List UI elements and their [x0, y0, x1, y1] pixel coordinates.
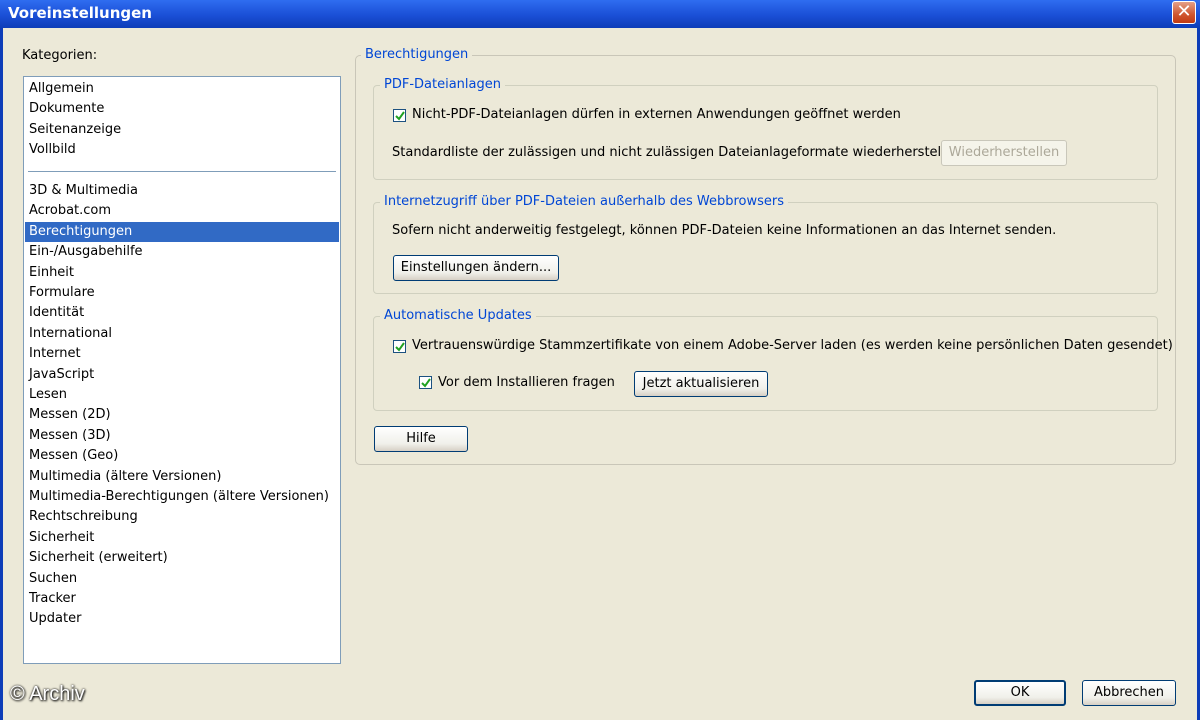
restore-button[interactable]: Wiederherstellen [941, 140, 1067, 166]
category-item[interactable]: Updater [25, 609, 339, 629]
category-item[interactable]: Ein-/Ausgabehilfe [25, 242, 339, 262]
ask-before-install-label: Vor dem Installieren fragen [438, 375, 615, 390]
category-item[interactable]: International [25, 324, 339, 344]
checkmark-icon [395, 111, 405, 121]
cancel-button[interactable]: Abbrechen [1082, 680, 1176, 706]
ask-before-install-checkbox[interactable] [419, 376, 432, 389]
internet-text: Sofern nicht anderweitig festgelegt, kön… [392, 223, 1057, 238]
certificates-checkbox[interactable] [393, 340, 406, 353]
category-item[interactable]: Suchen [25, 569, 339, 589]
close-button[interactable]: ✕ [1172, 1, 1196, 24]
categories-list[interactable]: Allgemein Dokumente Seitenanzeige Vollbild 3… [23, 76, 341, 664]
attachments-checkbox-label: Nicht-PDF-Dateianlagen dürfen in externe… [412, 107, 901, 122]
updates-group-title: Automatische Updates [380, 308, 536, 323]
category-item[interactable]: Allgemein [25, 79, 339, 99]
category-item[interactable]: Identität [25, 303, 339, 323]
category-item[interactable]: Seitenanzeige [25, 120, 339, 140]
attachments-group-title: PDF-Dateianlagen [380, 77, 505, 92]
category-item[interactable]: Berechtigungen [25, 221, 339, 242]
category-item[interactable]: Messen (2D) [25, 405, 339, 425]
attachments-checkbox[interactable] [393, 109, 406, 122]
checkmark-icon [421, 378, 431, 388]
ok-button[interactable]: OK [974, 680, 1066, 706]
category-separator [28, 170, 336, 172]
category-item[interactable]: 3D & Multimedia [25, 181, 339, 201]
category-item[interactable]: Messen (Geo) [25, 446, 339, 466]
categories-label: Kategorien: [22, 48, 98, 63]
panel-title: Berechtigungen [361, 47, 473, 62]
category-item[interactable]: Sicherheit [25, 528, 339, 548]
category-item[interactable]: Multimedia-Berechtigungen (ältere Versio… [25, 487, 339, 507]
category-item[interactable]: Tracker [25, 589, 339, 609]
close-icon: ✕ [1176, 1, 1192, 22]
window-title: Voreinstellungen [8, 4, 152, 22]
restore-text: Standardliste der zulässigen und nicht z… [392, 145, 966, 160]
certificates-checkbox-label: Vertrauenswürdige Stammzertifikate von e… [412, 338, 1173, 353]
change-settings-button[interactable]: Einstellungen ändern... [393, 255, 559, 281]
watermark: © Archiv [10, 683, 85, 705]
category-item[interactable]: Formulare [25, 283, 339, 303]
category-item[interactable]: Acrobat.com [25, 201, 339, 221]
category-item[interactable]: Messen (3D) [25, 426, 339, 446]
category-item[interactable]: Rechtschreibung [25, 507, 339, 527]
title-bar: Voreinstellungen [0, 0, 1200, 28]
category-item[interactable]: Multimedia (ältere Versionen) [25, 467, 339, 487]
internet-group-title: Internetzugriff über PDF-Dateien außerha… [380, 194, 789, 209]
category-item[interactable]: Vollbild [25, 140, 339, 160]
category-item[interactable]: Sicherheit (erweitert) [25, 548, 339, 568]
category-item[interactable]: Dokumente [25, 99, 339, 119]
category-item[interactable]: Einheit [25, 263, 339, 283]
category-item[interactable]: JavaScript [25, 365, 339, 385]
category-item[interactable]: Lesen [25, 385, 339, 405]
checkmark-icon [395, 342, 405, 352]
help-button[interactable]: Hilfe [374, 426, 468, 452]
update-now-button[interactable]: Jetzt aktualisieren [634, 371, 768, 397]
category-item[interactable]: Internet [25, 344, 339, 364]
